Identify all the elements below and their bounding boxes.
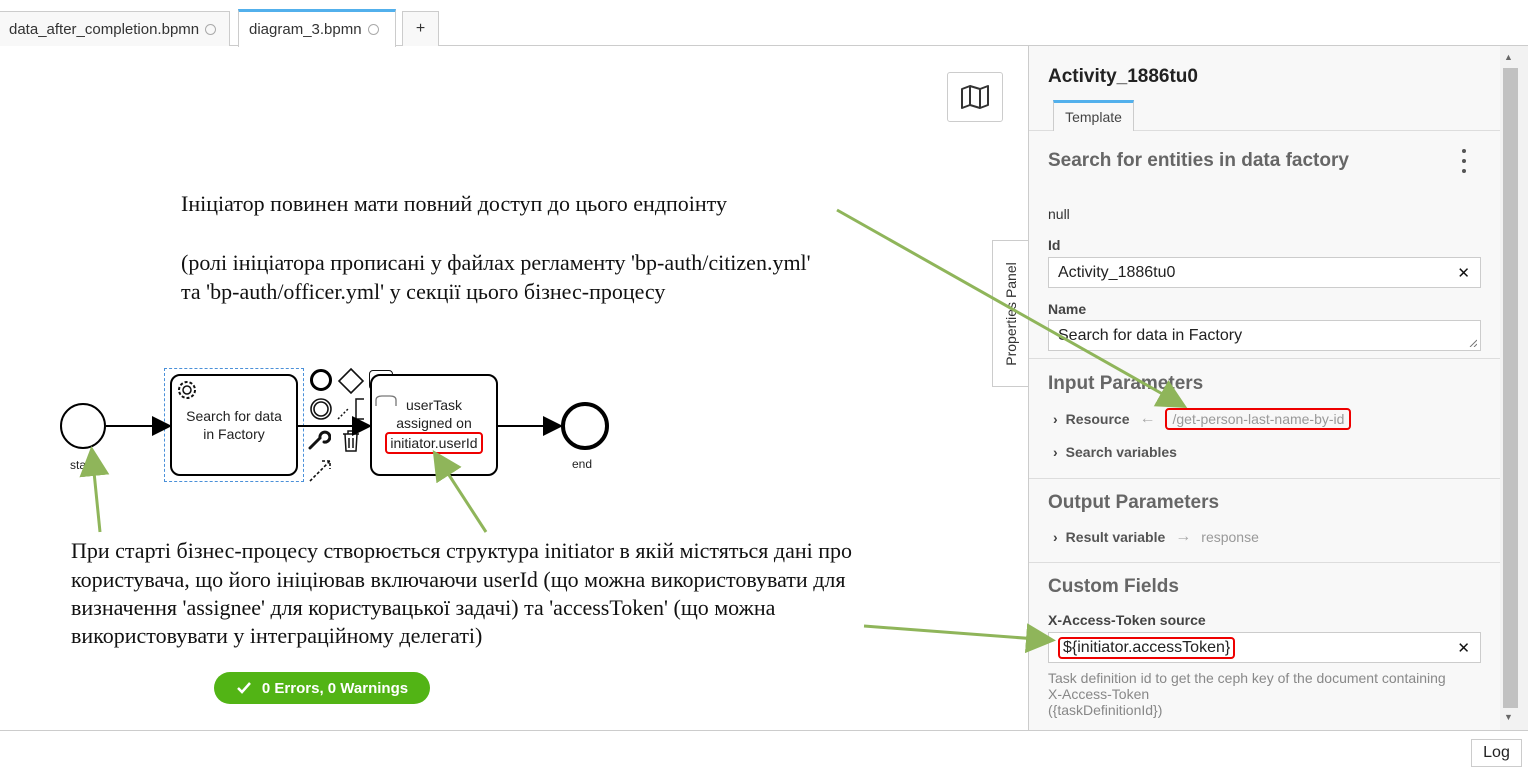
clear-token-icon[interactable]: ✕	[1457, 639, 1470, 657]
annotation-top-line3: та 'bp-auth/officer.yml' у секції цього …	[181, 279, 666, 304]
resource-row[interactable]: › Resource ← /get-person-last-name-by-id	[1053, 408, 1352, 430]
status-bar: Log	[0, 730, 1528, 770]
end-event-label: end	[572, 457, 593, 471]
user-icon	[375, 395, 397, 406]
divider	[1029, 478, 1500, 479]
start-event[interactable]	[60, 403, 106, 449]
panel-title: Activity_1886tu0	[1048, 66, 1198, 87]
append-intermediate-event-icon[interactable]	[309, 397, 333, 421]
start-event-label: start	[70, 458, 94, 472]
properties-panel: Activity_1886tu0 Template Search for ent…	[1028, 46, 1500, 730]
chevron-right-icon: ›	[1053, 444, 1058, 460]
diagram-canvas[interactable]: Ініціатор повинен мати повний доступ до …	[0, 46, 1028, 730]
wrench-icon[interactable]	[307, 428, 331, 452]
new-tab-button[interactable]: +	[402, 11, 439, 46]
chevron-right-icon: ›	[1053, 411, 1058, 427]
name-textarea[interactable]: Search for data in Factory	[1048, 320, 1481, 351]
user-task-label-line3: initiator.userId	[385, 432, 483, 454]
token-desc-line1: Task definition id to get the ceph key o…	[1048, 670, 1446, 686]
tab-label: data_after_completion.bpmn	[9, 20, 200, 38]
tab-label: diagram_3.bpmn	[249, 21, 362, 38]
tab-bar: data_after_completion.bpmn diagram_3.bpm…	[0, 0, 1528, 47]
arrow-left-icon: ←	[1139, 410, 1156, 427]
log-button[interactable]: Log	[1471, 739, 1522, 767]
resource-value: /get-person-last-name-by-id	[1165, 408, 1352, 430]
name-label: Name	[1048, 301, 1087, 317]
search-variables-label: Search variables	[1065, 444, 1177, 460]
annotation-top-line1: Ініціатор повинен мати повний доступ до …	[181, 191, 727, 216]
token-source-label: X-Access-Token source	[1048, 612, 1206, 628]
divider	[1029, 562, 1500, 563]
token-source-input[interactable]: ${initiator.accessToken} ✕	[1048, 632, 1481, 663]
tab-data-after-completion[interactable]: data_after_completion.bpmn	[0, 11, 230, 46]
arrow-right-icon: →	[1175, 528, 1192, 545]
validation-status-badge[interactable]: 0 Errors, 0 Warnings	[214, 672, 430, 704]
map-icon	[961, 85, 989, 109]
tab-template[interactable]: Template	[1053, 100, 1134, 131]
scroll-down-icon[interactable]: ▼	[1504, 712, 1513, 722]
custom-fields-title: Custom Fields	[1048, 576, 1179, 597]
token-desc-line3: ({taskDefinitionId})	[1048, 702, 1163, 718]
resource-label: Resource	[1065, 411, 1130, 427]
annotation-bottom-line2: користувача, що його ініціював включаючи…	[71, 567, 846, 592]
annotation-bottom-line1: При старті бізнес-процесу створюється ст…	[71, 538, 853, 563]
end-event[interactable]	[561, 402, 609, 450]
resize-handle-icon[interactable]	[1469, 339, 1477, 347]
search-variables-row[interactable]: › Search variables	[1053, 444, 1177, 460]
name-value: Search for data in Factory	[1058, 326, 1243, 344]
append-gateway-icon[interactable]	[337, 367, 365, 395]
annotation-top-line2: (ролі ініціатора прописані у файлах регл…	[181, 250, 811, 275]
template-name: Search for entities in data factory	[1048, 150, 1349, 171]
user-task-label-line1: userTask	[405, 397, 462, 413]
unsaved-indicator-icon	[205, 23, 217, 35]
service-task-label: Search for data in Factory	[186, 408, 282, 442]
divider	[1029, 358, 1500, 359]
minimap-toggle-button[interactable]	[947, 72, 1003, 122]
trash-icon[interactable]	[341, 429, 361, 453]
result-variable-row[interactable]: › Result variable → response	[1053, 528, 1259, 546]
id-value: Activity_1886tu0	[1058, 263, 1176, 281]
user-task-label-line2: assigned on	[396, 415, 472, 431]
token-source-value: ${initiator.accessToken}	[1058, 636, 1236, 659]
result-variable-label: Result variable	[1065, 529, 1166, 545]
connect-icon[interactable]	[308, 457, 334, 483]
id-input[interactable]: Activity_1886tu0 ✕	[1048, 257, 1481, 288]
id-label: Id	[1048, 237, 1061, 253]
annotation-bottom-line3: визначення 'assignee' для користувацької…	[71, 595, 776, 620]
gear-icon	[178, 381, 196, 399]
unsaved-indicator-icon	[367, 24, 379, 35]
scrollbar-thumb[interactable]	[1503, 68, 1518, 708]
properties-panel-toggle[interactable]: Properties Panel	[992, 240, 1029, 387]
input-parameters-title: Input Parameters	[1048, 373, 1204, 394]
append-end-event-icon[interactable]	[310, 369, 332, 391]
result-variable-value: response	[1201, 529, 1259, 545]
tab-diagram-3[interactable]: diagram_3.bpmn	[238, 9, 396, 47]
annotation-bottom-line4: використовувати у інтеграційному делегат…	[71, 623, 483, 648]
user-task-text: userTask assigned on initiator.userId	[385, 396, 483, 454]
output-parameters-title: Output Parameters	[1048, 492, 1220, 513]
panel-scrollbar[interactable]: ▲ ▼	[1500, 46, 1528, 730]
scroll-up-icon[interactable]: ▲	[1504, 52, 1513, 62]
token-desc-line2: X-Access-Token	[1048, 686, 1150, 702]
template-description: null	[1048, 206, 1070, 222]
status-text: 0 Errors, 0 Warnings	[261, 679, 409, 697]
properties-panel-toggle-label: Properties Panel	[1003, 261, 1019, 366]
template-menu-icon[interactable]	[1459, 149, 1469, 173]
chevron-right-icon: ›	[1053, 529, 1058, 545]
token-source-description: Task definition id to get the ceph key o…	[1048, 670, 1468, 718]
clear-id-icon[interactable]: ✕	[1457, 264, 1470, 282]
check-icon	[237, 682, 251, 694]
